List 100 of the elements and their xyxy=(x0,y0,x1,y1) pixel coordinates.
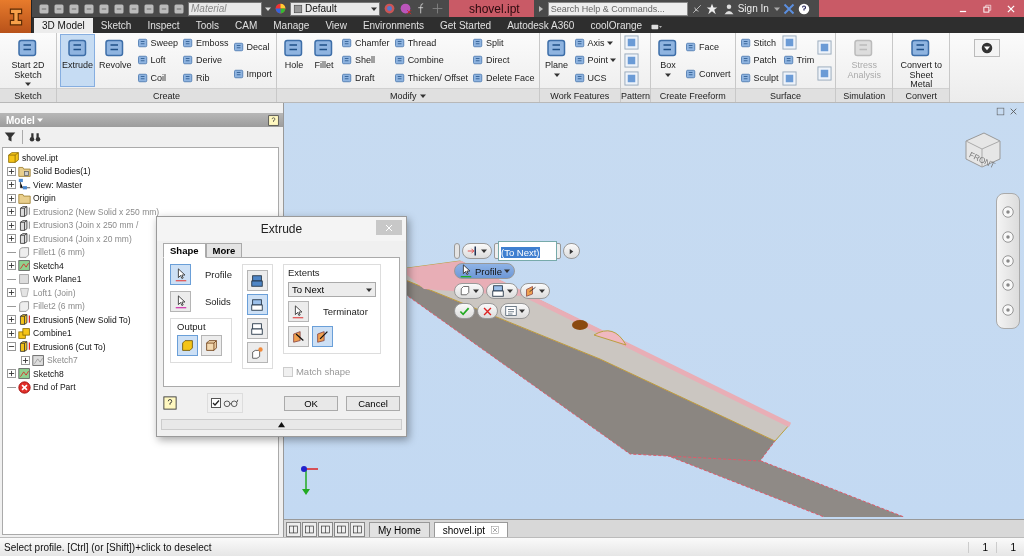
tree-item[interactable]: Combine1 xyxy=(33,328,72,339)
ribbon-tool-button[interactable]: Patch xyxy=(738,53,780,68)
ribbon-tool-button[interactable]: Draft xyxy=(340,70,391,86)
ribbon-tool-button[interactable]: Loft xyxy=(135,53,180,68)
ribbon-tool-button[interactable]: Shell xyxy=(340,53,391,68)
restore-icon[interactable] xyxy=(982,3,992,14)
ribbon-tool-button[interactable]: Stitch xyxy=(738,35,780,51)
tree-item[interactable]: Work Plane1 xyxy=(33,274,82,285)
ribbon-tab[interactable]: View xyxy=(317,18,355,33)
tree-item[interactable]: Extrusion4 (Join x 20 mm) xyxy=(33,233,132,244)
filter-icon[interactable] xyxy=(4,131,16,143)
tree-item[interactable]: Fillet1 (6 mm) xyxy=(33,247,85,258)
expand-toggle[interactable] xyxy=(7,193,16,203)
ribbon-tool-button[interactable]: Trim xyxy=(781,53,816,68)
operation-button[interactable] xyxy=(246,294,268,315)
ribbon-tab[interactable]: Manage xyxy=(265,18,318,33)
checkbox[interactable] xyxy=(211,398,221,408)
panel-label[interactable]: Modify xyxy=(390,90,417,101)
dialog-tab[interactable]: More xyxy=(205,243,243,258)
play-icon[interactable] xyxy=(536,4,545,13)
ribbon-tool-button[interactable]: Coil xyxy=(135,70,180,86)
direction-button[interactable] xyxy=(311,326,333,347)
ribbon-tool-button[interactable]: Revolve xyxy=(97,34,134,87)
tool-icon[interactable] xyxy=(624,35,640,51)
expand-toggle[interactable] xyxy=(7,288,16,298)
ribbon-tool-button[interactable]: Sculpt xyxy=(738,70,780,86)
ribbon-tool-button[interactable]: Convert xyxy=(684,66,732,82)
tool-icon[interactable] xyxy=(624,70,640,86)
ribbon-tab[interactable]: Get Started xyxy=(432,18,500,33)
color-wheel-icon[interactable] xyxy=(274,2,287,15)
ribbon-tool-button[interactable]: Chamfer xyxy=(340,35,391,51)
help-icon[interactable] xyxy=(797,2,810,15)
tree-item[interactable]: Loft1 (Join) xyxy=(33,287,76,298)
ribbon-tab[interactable]: Environments xyxy=(354,18,432,33)
selector-button[interactable] xyxy=(170,264,191,285)
profile-button[interactable]: Profile xyxy=(454,263,515,279)
app-logo[interactable] xyxy=(0,0,32,33)
ribbon-tool-button[interactable]: Delete Face xyxy=(471,70,536,86)
expand-toggle[interactable] xyxy=(7,220,16,230)
ribbon-tool-button[interactable]: Rib xyxy=(181,70,230,86)
ribbon-tool-button[interactable]: Point xyxy=(572,53,618,68)
ribbon-tool-button[interactable]: Plane xyxy=(542,34,571,87)
ribbon-tool-button[interactable]: Sweep xyxy=(135,35,180,51)
tree-item[interactable]: Extrusion3 (Join x 250 mm / xyxy=(33,220,139,231)
operation-button[interactable] xyxy=(246,318,268,339)
ribbon-tool-button[interactable]: Start 2D Sketch xyxy=(3,34,53,87)
ribbon-tool-button[interactable]: Decal xyxy=(231,39,274,55)
ribbon-tool-button[interactable]: Emboss xyxy=(181,35,230,51)
tree-item[interactable]: Origin xyxy=(33,193,56,204)
sign-in-button[interactable]: Sign In xyxy=(720,2,771,15)
document-tab[interactable]: shovel.ipt xyxy=(433,522,509,537)
ribbon-tab[interactable]: Autodesk A360 xyxy=(499,18,583,33)
tree-item[interactable]: shovel.ipt xyxy=(22,152,58,163)
tree-item[interactable]: Extrusion6 (Cut To) xyxy=(33,341,106,352)
ribbon-tool-button[interactable]: Thread xyxy=(392,35,469,51)
appearance-dropdown[interactable]: Default xyxy=(290,1,380,16)
operation-dropdown[interactable] xyxy=(462,243,492,259)
ribbon-tab[interactable]: coolOrange xyxy=(582,18,651,33)
ribbon-tool-button[interactable]: Split xyxy=(471,35,536,51)
search-field[interactable]: Search Help & Commands... xyxy=(547,1,688,16)
ribbon-tool-button[interactable]: UCS xyxy=(572,70,618,86)
close-icon[interactable] xyxy=(1009,107,1018,116)
help-icon[interactable] xyxy=(163,396,177,410)
ribbon-menu-button[interactable] xyxy=(974,39,1001,57)
ribbon-tool-button[interactable]: Hole xyxy=(280,34,309,87)
ribbon-tab[interactable]: Tools xyxy=(187,18,227,33)
tool-icon[interactable] xyxy=(781,70,797,86)
ribbon-tool-button[interactable]: Fillet xyxy=(310,34,339,87)
ribbon-tab[interactable]: Sketch xyxy=(92,18,140,33)
options-dropdown[interactable] xyxy=(500,303,530,319)
expand-toggle[interactable] xyxy=(7,315,16,325)
tree-item[interactable]: Solid Bodies(1) xyxy=(33,166,91,177)
ribbon-tool-button[interactable]: Axis xyxy=(572,35,618,51)
direction-dropdown[interactable] xyxy=(520,283,550,299)
tree-item[interactable]: Sketch4 xyxy=(33,260,64,271)
output-button[interactable] xyxy=(177,335,198,356)
material-field[interactable]: Material xyxy=(188,1,262,16)
tool-icon[interactable] xyxy=(817,39,833,55)
tree-item[interactable]: Extrusion2 (New Solid x 250 mm) xyxy=(33,206,160,217)
tool-icon[interactable] xyxy=(624,53,640,68)
ribbon-tool-button[interactable]: Combine xyxy=(392,53,469,68)
ribbon-tool-button[interactable]: Extrude xyxy=(60,34,96,87)
expand-toggle[interactable] xyxy=(7,166,16,176)
ribbon-tab[interactable]: CAM xyxy=(227,18,266,33)
ribbon-tab[interactable]: Inspect xyxy=(139,18,188,33)
extent-dropdown[interactable]: To Next xyxy=(287,282,376,297)
operation-button[interactable] xyxy=(246,270,268,291)
ribbon-tool-button[interactable]: Thicken/ Offset xyxy=(392,70,469,86)
tree-item[interactable]: Sketch7 xyxy=(47,355,78,366)
terminator-button[interactable] xyxy=(287,301,309,322)
tree-item[interactable]: View: Master xyxy=(33,179,82,190)
output-button[interactable] xyxy=(201,335,222,356)
expand-toggle[interactable] xyxy=(7,180,16,190)
ribbon-tool-button[interactable]: Direct xyxy=(471,53,536,68)
output-dropdown[interactable] xyxy=(454,283,484,299)
tree-item[interactable]: End of Part xyxy=(33,382,76,393)
restore-icon[interactable] xyxy=(996,107,1005,116)
operation-dropdown[interactable] xyxy=(486,283,518,299)
tree-item[interactable]: Sketch8 xyxy=(33,368,64,379)
ribbon-tool-button[interactable]: Derive xyxy=(181,53,230,68)
